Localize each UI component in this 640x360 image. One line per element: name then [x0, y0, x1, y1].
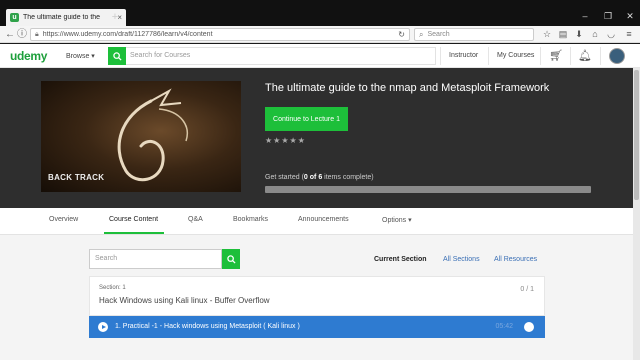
scroll-thumb[interactable] — [634, 70, 639, 200]
course-thumbnail: BACK TRACK — [41, 81, 241, 192]
cart-icon[interactable]: 🛒︎ — [549, 49, 563, 62]
section-progress-count: 0 / 1 — [520, 286, 534, 293]
back-icon[interactable]: ← — [4, 28, 16, 41]
filter-current-section[interactable]: Current Section — [374, 256, 427, 263]
tab-course-content[interactable]: Course Content — [109, 216, 158, 223]
section-header[interactable]: Section: 1 Hack Windows using Kali linux… — [89, 276, 545, 316]
progress-bar — [265, 186, 591, 193]
progress-of: of — [307, 174, 319, 181]
notification-bell-icon[interactable]: 🔔︎ — [578, 49, 592, 62]
progress-text: Get started (0 of 6 items complete) — [265, 174, 374, 181]
filter-all-resources[interactable]: All Resources — [494, 256, 537, 263]
download-icon[interactable]: ⬇ — [573, 28, 585, 41]
user-avatar[interactable] — [609, 48, 625, 64]
content-search-input[interactable]: Search — [89, 249, 222, 269]
search-icon — [112, 51, 122, 61]
maximize-icon[interactable]: ❐ — [603, 11, 613, 22]
home-icon[interactable]: ⌂ — [589, 28, 601, 41]
reload-icon[interactable]: ↻ — [398, 30, 405, 39]
tab-bookmarks[interactable]: Bookmarks — [233, 216, 268, 223]
udemy-logo[interactable]: udemy — [10, 49, 47, 63]
course-content: Search Current Section All Sections All … — [0, 235, 640, 360]
tab-qa[interactable]: Q&A — [188, 216, 203, 223]
tab-announcements[interactable]: Announcements — [298, 216, 349, 223]
lecture-item[interactable]: 1. Practical -1 - Hack windows using Met… — [89, 316, 545, 338]
search-icon: ⌕ — [419, 29, 424, 39]
divider — [540, 47, 541, 65]
tab-options[interactable]: Options ▾ — [382, 216, 412, 224]
lock-icon: 🔒︎ — [35, 30, 39, 38]
play-icon[interactable] — [98, 322, 108, 332]
course-hero: BACK TRACK The ultimate guide to the nma… — [0, 68, 640, 208]
section-label: Section: 1 — [99, 285, 126, 291]
tab-overview[interactable]: Overview — [49, 216, 78, 223]
progress-prefix: Get started ( — [265, 174, 304, 181]
header-search-button[interactable] — [108, 47, 126, 65]
browse-dropdown[interactable]: Browse ▾ — [66, 52, 95, 60]
browser-search-input[interactable]: ⌕ Search — [414, 28, 534, 41]
menu-icon[interactable]: ≡ — [623, 28, 635, 41]
lecture-duration: 05:42 — [495, 323, 513, 330]
course-image-caption: BACK TRACK — [48, 173, 105, 182]
bookmark-star-icon[interactable]: ☆ — [541, 28, 553, 41]
browser-tab-title: The ultimate guide to the — [23, 14, 101, 21]
section-title: Hack Windows using Kali linux - Buffer O… — [99, 296, 270, 305]
info-icon[interactable]: ⓘ — [16, 28, 28, 41]
continue-lecture-button[interactable]: Continue to Lecture 1 — [265, 107, 348, 131]
new-tab-button[interactable]: + — [110, 11, 120, 23]
browser-search-placeholder: Search — [427, 31, 450, 38]
divider — [570, 47, 571, 65]
lecture-complete-checkbox[interactable] — [524, 322, 534, 332]
course-tabs: Overview Course Content Q&A Bookmarks An… — [0, 208, 640, 235]
browser-tab[interactable]: u The ultimate guide to the × — [6, 9, 126, 26]
minimize-icon[interactable]: – — [580, 11, 590, 21]
search-icon — [226, 254, 236, 264]
url-text: https://www.udemy.com/draft/1127786/lear… — [42, 31, 213, 38]
divider — [488, 47, 489, 65]
course-search-input[interactable]: Search for Courses — [126, 47, 436, 65]
my-courses-link[interactable]: My Courses — [497, 52, 534, 59]
rating-stars-icon[interactable]: ★★★★★ — [265, 136, 306, 145]
instructor-link[interactable]: Instructor — [449, 52, 478, 59]
divider — [600, 47, 601, 65]
close-window-icon[interactable]: ✕ — [625, 11, 635, 22]
browser-titlebar: u The ultimate guide to the × + – ❐ ✕ — [0, 0, 640, 26]
browser-navbar: ← ⓘ 🔒︎ https://www.udemy.com/draft/11277… — [0, 26, 640, 43]
pocket-icon[interactable]: ◡ — [605, 28, 617, 41]
udemy-favicon-icon: u — [10, 13, 19, 22]
active-tab-indicator — [104, 232, 164, 234]
page-scrollbar[interactable] — [633, 68, 640, 360]
course-title: The ultimate guide to the nmap and Metas… — [265, 82, 550, 94]
progress-suffix: items complete) — [322, 174, 374, 181]
divider — [440, 47, 441, 65]
lecture-title: 1. Practical -1 - Hack windows using Met… — [115, 323, 300, 330]
filter-all-sections[interactable]: All Sections — [443, 256, 480, 263]
library-icon[interactable]: ▤ — [557, 28, 569, 41]
site-header: udemy Browse ▾ Search for Courses Instru… — [0, 44, 640, 68]
content-search-button[interactable] — [222, 249, 240, 269]
address-bar[interactable]: 🔒︎ https://www.udemy.com/draft/1127786/l… — [30, 28, 410, 41]
